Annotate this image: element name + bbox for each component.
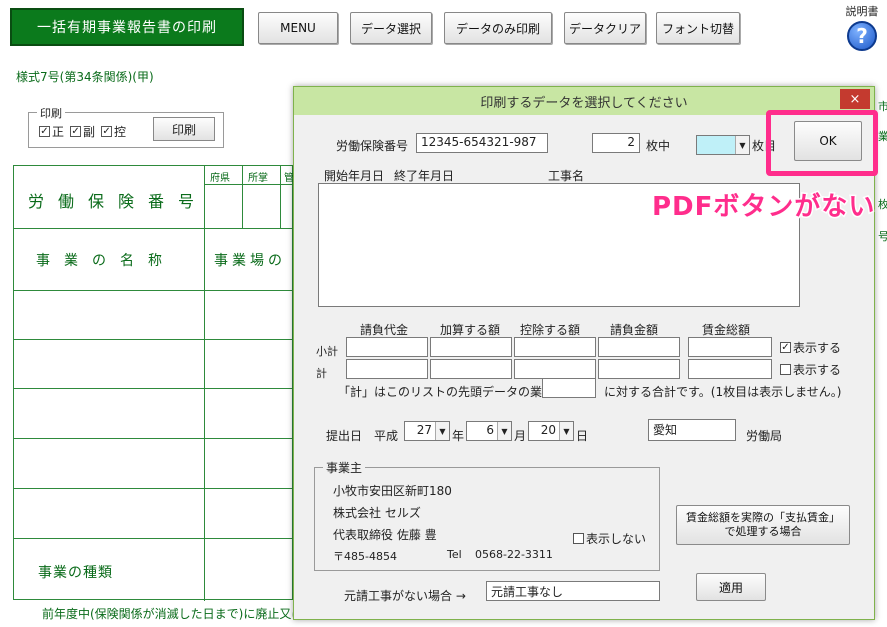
- checkbox-icon: ✓: [39, 126, 50, 137]
- show-subtotal-checkbox[interactable]: ✓ 表示する: [780, 339, 841, 356]
- employer-postal: 〒485-4854: [333, 550, 397, 563]
- labor-no-input[interactable]: 12345-654321-987: [416, 133, 548, 153]
- note-suffix: に対する合計です。(1枚目は表示しません。): [604, 385, 842, 399]
- site-label: 事業場の: [214, 253, 286, 269]
- jurisdiction-header: 所掌: [248, 173, 268, 184]
- checkbox-icon: ✓: [101, 126, 113, 137]
- ok-button-highlight: [766, 110, 878, 176]
- employer-tel: 0568-22-3311: [475, 548, 553, 561]
- font-toggle-button[interactable]: フォント切替: [656, 12, 740, 44]
- data-only-print-button[interactable]: データのみ印刷: [444, 12, 552, 44]
- day-select[interactable]: 20 ▼: [528, 421, 574, 441]
- data-select-button[interactable]: データ選択: [350, 12, 432, 44]
- subtotal-deduct-input[interactable]: [514, 337, 596, 357]
- close-icon[interactable]: ×: [840, 89, 870, 109]
- checkbox-icon: ✓: [780, 342, 791, 353]
- col-header: 賃金総額: [702, 323, 751, 337]
- labor-number-label: 労働保険番号: [28, 192, 209, 211]
- help-button[interactable]: 説明書 ?: [842, 3, 882, 51]
- actual-wage-button[interactable]: 賃金総額を実際の「支払賃金」で処理する場合: [676, 505, 850, 545]
- business-type-label: 事業の種類: [38, 565, 113, 581]
- submit-date-label: 提出日: [326, 429, 363, 443]
- month-unit: 月: [514, 429, 527, 443]
- page-count-input[interactable]: 2: [592, 133, 640, 153]
- subtotal-wage-input[interactable]: [688, 337, 772, 357]
- employer-representative: 代表取締役 佐藤 豊: [333, 528, 437, 542]
- form-subtitle: 様式7号(第34条関係)(甲): [16, 70, 154, 84]
- no-prime-input[interactable]: 元請工事なし: [486, 581, 660, 601]
- report-form-sheet: 府県 所掌 管 労働保険番号 事業の名称 事業場の 事業の種類: [13, 165, 294, 601]
- print-record-checkbox[interactable]: ✓ 控: [101, 123, 126, 140]
- subtotal-label: 小計: [316, 345, 338, 358]
- col-header: 請負代金: [360, 323, 409, 337]
- employer-legend: 事業主: [323, 459, 366, 476]
- chevron-down-icon: ▼: [559, 422, 573, 440]
- print-options-group: 印刷 ✓ 正 ✓ 副 ✓ 控 印刷: [28, 105, 224, 148]
- list-header-end: 終了年月日: [394, 169, 455, 183]
- employer-group: 事業主 小牧市安田区新町180 株式会社 セルズ 代表取締役 佐藤 豊 〒485…: [314, 459, 660, 571]
- year-select[interactable]: 27 ▼: [404, 421, 450, 441]
- checkbox-icon: ✓: [70, 126, 82, 137]
- bureau-input[interactable]: 愛知: [648, 419, 736, 441]
- chevron-down-icon: ▼: [735, 136, 749, 154]
- era-label: 平成: [374, 429, 399, 443]
- employer-address: 小牧市安田区新町180: [333, 484, 452, 498]
- bureau-suffix: 労働局: [746, 429, 783, 443]
- month-select[interactable]: 6 ▼: [466, 421, 512, 441]
- year-unit: 年: [452, 429, 465, 443]
- total-deduct-input[interactable]: [514, 359, 596, 379]
- right-fragment: 市: [878, 100, 887, 113]
- day-unit: 日: [576, 429, 589, 443]
- business-name-label: 事業の名称: [36, 253, 176, 269]
- print-original-checkbox[interactable]: ✓ 正: [39, 123, 64, 140]
- annotation-callout: PDFボタンがない: [650, 191, 876, 224]
- print-group-legend: 印刷: [37, 105, 65, 121]
- labor-no-label: 労働保険番号: [336, 139, 409, 153]
- form-footer-text: 前年度中(保険関係が消滅した日まで)に廃止又は: [42, 607, 304, 621]
- apply-button[interactable]: 適用: [696, 573, 766, 601]
- hide-employer-checkbox[interactable]: 表示しない: [573, 530, 646, 547]
- data-clear-button[interactable]: データクリア: [564, 12, 646, 44]
- chevron-down-icon: ▼: [497, 422, 511, 440]
- chevron-down-icon: ▼: [435, 422, 449, 440]
- col-header: 加算する額: [440, 323, 501, 337]
- no-prime-label: 元請工事がない場合 →: [344, 589, 466, 603]
- employer-company: 株式会社 セルズ: [333, 506, 421, 520]
- total-wage-input[interactable]: [688, 359, 772, 379]
- subtotal-add-input[interactable]: [430, 337, 512, 357]
- right-fragment: 業: [878, 130, 887, 143]
- total-add-input[interactable]: [430, 359, 512, 379]
- list-header-name: 工事名: [548, 169, 585, 183]
- total-label: 計: [316, 367, 327, 380]
- print-button[interactable]: 印刷: [153, 117, 215, 141]
- show-total-checkbox[interactable]: 表示する: [780, 361, 841, 378]
- subtotal-amount-input[interactable]: [598, 337, 680, 357]
- subtotal-contract-input[interactable]: [346, 337, 428, 357]
- question-icon: ?: [847, 21, 877, 51]
- list-header-start: 開始年月日: [324, 169, 385, 183]
- right-fragment: 号: [878, 230, 887, 243]
- total-amount-input[interactable]: [598, 359, 680, 379]
- help-label: 説明書: [845, 5, 879, 18]
- count-suffix: 枚中: [646, 139, 671, 153]
- app-title-button[interactable]: 一括有期事業報告書の印刷: [10, 8, 244, 46]
- employer-tel-label: Tel: [447, 548, 462, 561]
- print-copy-checkbox[interactable]: ✓ 副: [70, 123, 95, 140]
- page-select[interactable]: ▼: [696, 135, 750, 155]
- col-header: 請負金額: [610, 323, 659, 337]
- industry-number-input[interactable]: [542, 378, 596, 398]
- checkbox-icon: [780, 364, 791, 375]
- right-fragment: 枚: [878, 198, 887, 211]
- menu-button[interactable]: MENU: [258, 12, 338, 44]
- prefecture-header: 府県: [210, 173, 230, 184]
- total-contract-input[interactable]: [346, 359, 428, 379]
- checkbox-icon: [573, 533, 584, 544]
- col-header: 控除する額: [520, 323, 581, 337]
